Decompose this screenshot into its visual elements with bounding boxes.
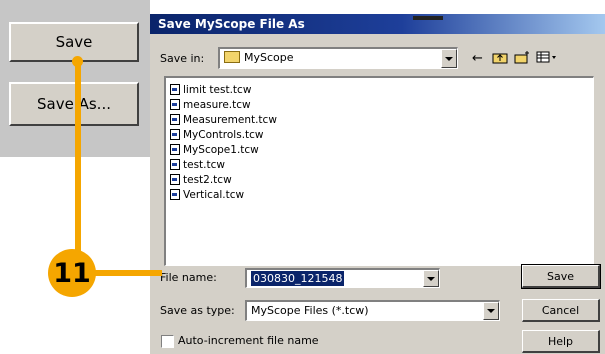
file-list-item[interactable]: MyScope1.tcw (170, 142, 593, 157)
file-name-text: Measurement.tcw (183, 113, 277, 126)
title-bar-fragment (413, 16, 443, 20)
autoincrement-checkbox[interactable] (161, 335, 174, 348)
file-list-item[interactable]: limit test.tcw (170, 82, 593, 97)
file-list-item[interactable]: measure.tcw (170, 97, 593, 112)
save-type-dropdown[interactable]: MyScope Files (*.tcw) (245, 300, 500, 321)
file-name-text: test.tcw (183, 158, 225, 171)
step-number-badge: 11 (48, 249, 96, 297)
up-folder-icon[interactable] (492, 51, 508, 68)
chevron-down-icon[interactable] (483, 302, 499, 320)
save-type-label: Save as type: (160, 304, 235, 317)
file-name-text: limit test.tcw (183, 83, 252, 96)
file-list[interactable]: limit test.tcw measure.tcw Measurement.tcw… (164, 76, 594, 266)
callout-line-horizontal (94, 270, 162, 276)
help-button[interactable]: Help (522, 330, 600, 353)
autoincrement-label: Auto-increment file name (178, 334, 319, 347)
file-icon (170, 144, 180, 155)
file-name-text: MyScope1.tcw (183, 143, 259, 156)
save-dialog: Save MyScope File As Save in: MyScope ← … (150, 14, 605, 354)
cancel-button[interactable]: Cancel (522, 299, 600, 322)
save-in-value: MyScope (244, 51, 294, 64)
callout-dot (72, 56, 83, 67)
file-icon (170, 159, 180, 170)
callout-line-vertical (75, 60, 81, 252)
file-list-item[interactable]: Vertical.tcw (170, 187, 593, 202)
file-name-text: measure.tcw (183, 98, 251, 111)
file-name-text: MyControls.tcw (183, 128, 264, 141)
save-type-value: MyScope Files (*.tcw) (251, 304, 369, 317)
save-as-button[interactable]: Save As... (9, 82, 139, 126)
file-list-item[interactable]: test.tcw (170, 157, 593, 172)
save-in-label: Save in: (160, 52, 205, 65)
view-menu-icon[interactable] (536, 51, 558, 68)
file-name-text: Vertical.tcw (183, 188, 245, 201)
file-icon (170, 114, 180, 125)
file-name-text: test2.tcw (183, 173, 232, 186)
file-icon (170, 84, 180, 95)
file-list-item[interactable]: Measurement.tcw (170, 112, 593, 127)
file-list-item[interactable]: test2.tcw (170, 172, 593, 187)
new-folder-icon[interactable] (514, 51, 530, 68)
file-name-value: 030830_121548 (251, 271, 345, 286)
file-icon (170, 174, 180, 185)
file-icon (170, 99, 180, 110)
file-name-input[interactable]: 030830_121548 (245, 268, 440, 288)
folder-icon (224, 51, 240, 63)
chevron-down-icon[interactable] (441, 49, 457, 68)
file-list-item[interactable]: MyControls.tcw (170, 127, 593, 142)
dialog-title: Save MyScope File As (150, 14, 605, 34)
file-icon (170, 129, 180, 140)
file-name-label: File name: (160, 271, 217, 284)
back-arrow-icon[interactable]: ← (472, 51, 483, 66)
file-icon (170, 189, 180, 200)
chevron-down-icon[interactable] (423, 270, 439, 287)
dialog-save-button[interactable]: Save (521, 264, 601, 289)
save-in-dropdown[interactable]: MyScope (218, 47, 458, 69)
